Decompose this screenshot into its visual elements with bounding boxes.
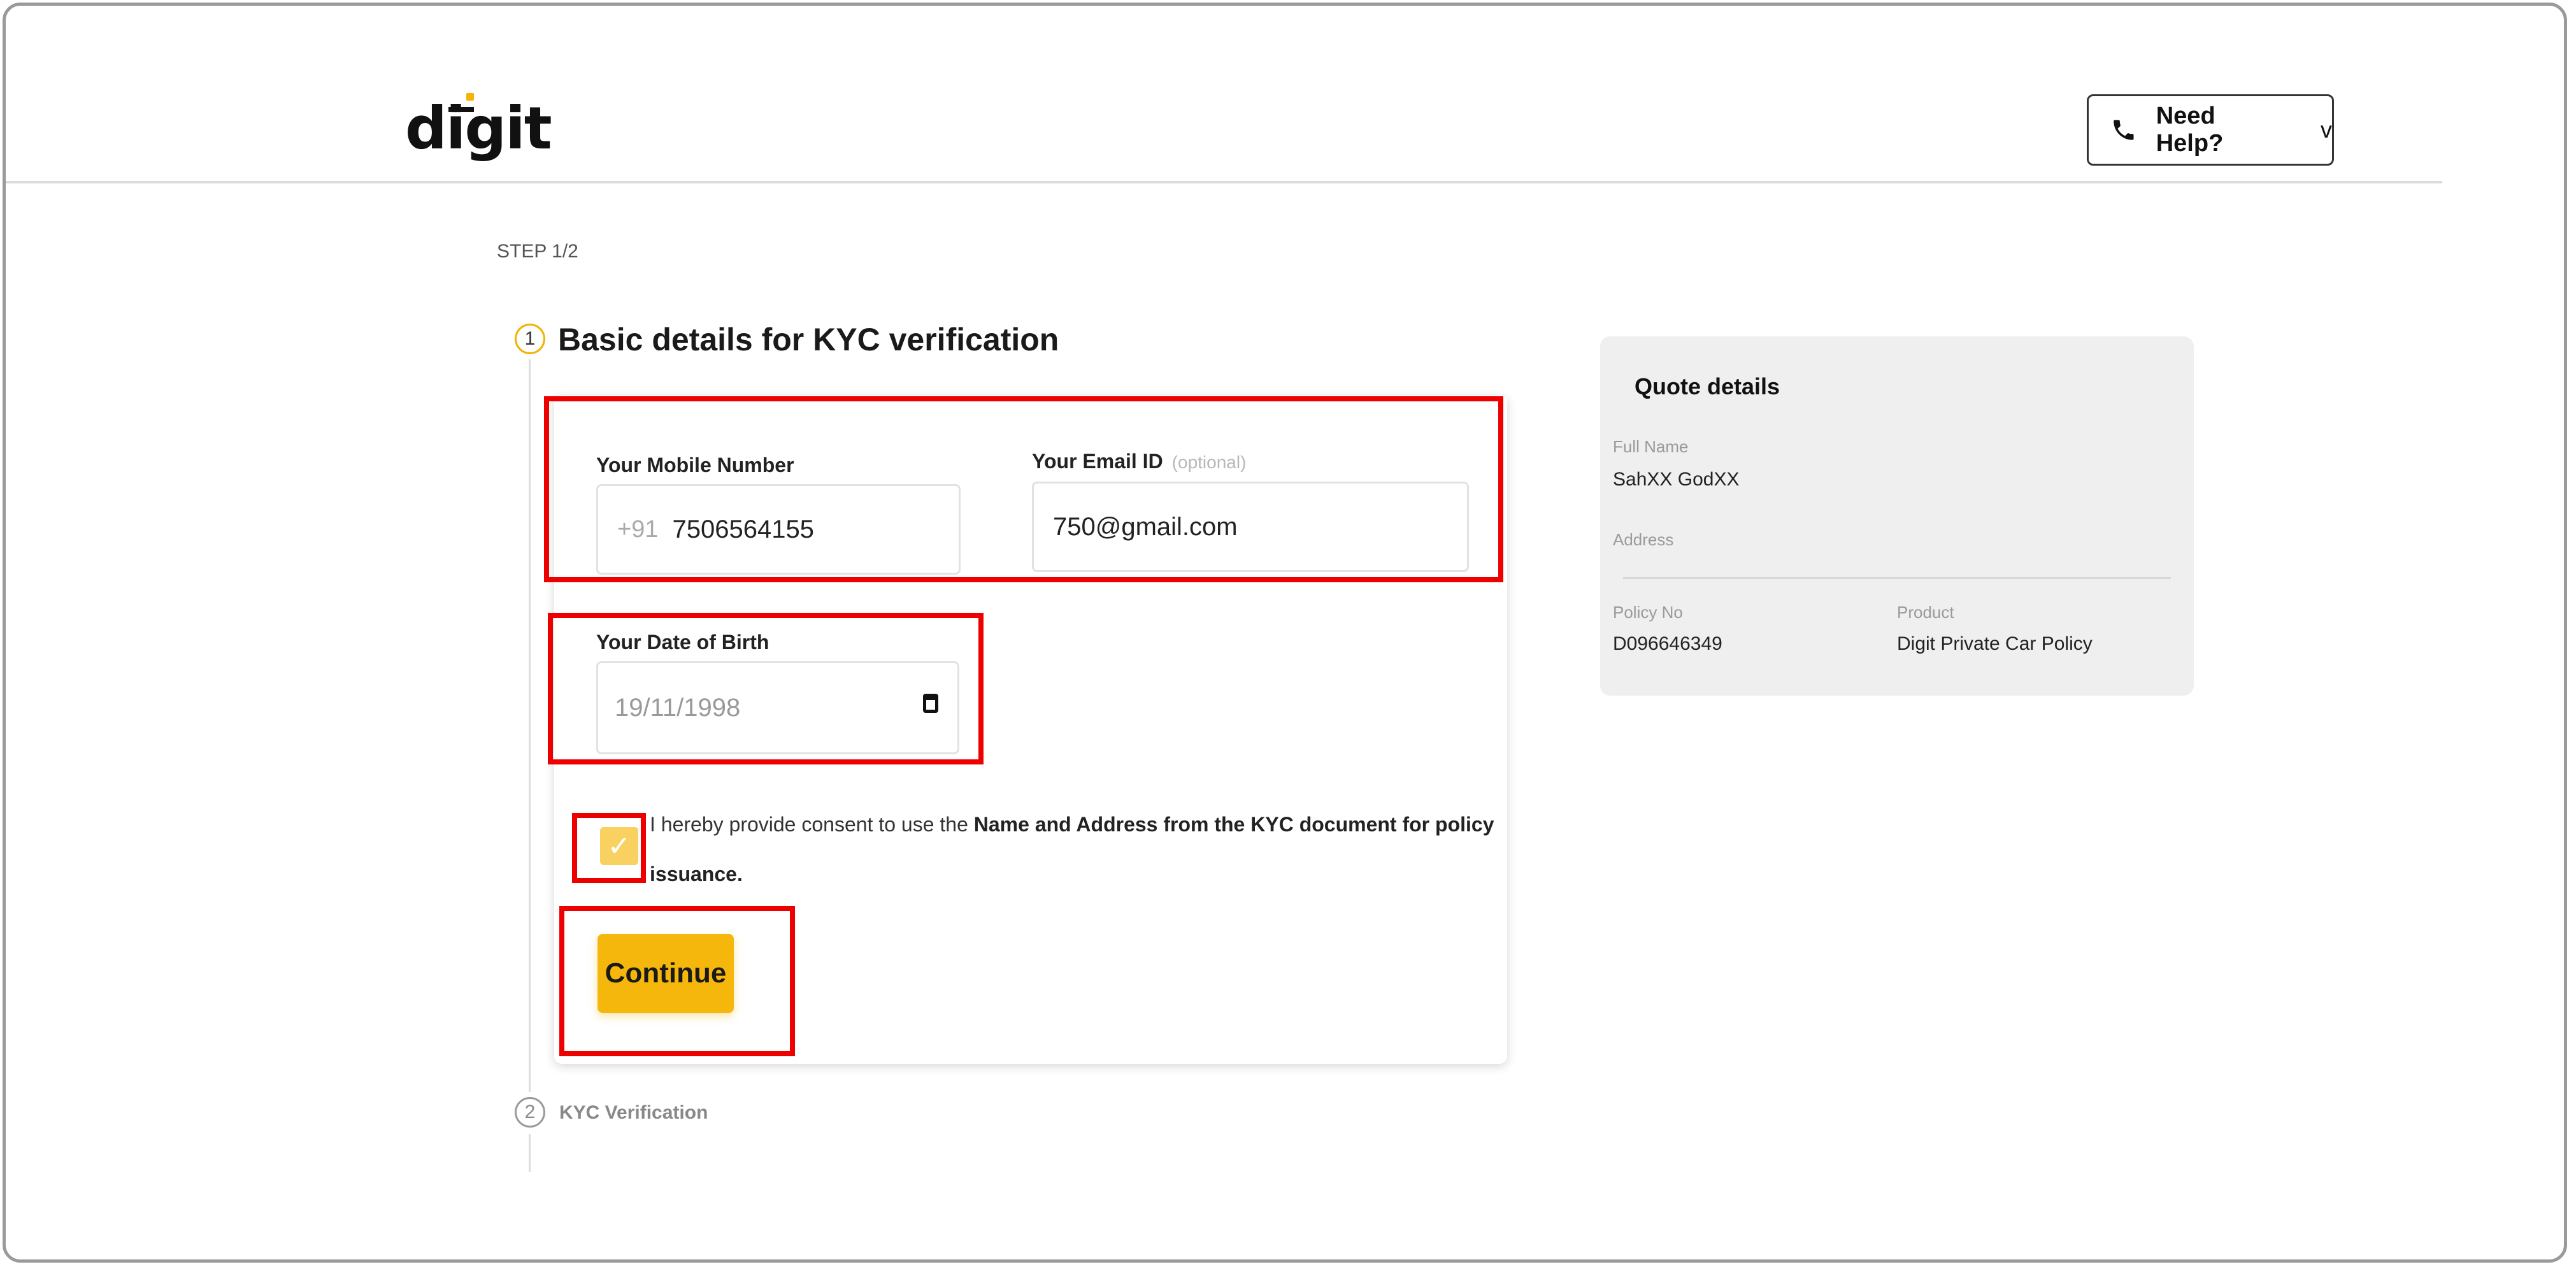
phone-icon — [2114, 120, 2134, 140]
header-divider — [6, 181, 2442, 183]
dob-value: 19/11/1998 — [615, 693, 741, 722]
consent-checkbox[interactable]: ✓ — [600, 827, 638, 865]
dob-field[interactable]: 19/11/1998 — [596, 661, 959, 754]
address-label: Address — [1613, 530, 1674, 549]
email-optional-hint: (optional) — [1171, 452, 1247, 472]
stepper-line — [529, 359, 531, 1092]
consent-text-line2: issuance. — [650, 863, 743, 885]
checkmark-icon: ✓ — [607, 830, 631, 862]
product-value: Digit Private Car Policy — [1897, 633, 2093, 654]
quote-divider — [1623, 577, 2171, 579]
step-2-circle: 2 — [515, 1097, 545, 1128]
consent-text-bold: Name and Address from the KYC document f… — [973, 813, 1494, 836]
full-name-value: SahXX GodXX — [1613, 469, 1740, 490]
need-help-label: Need Help? — [2156, 103, 2224, 157]
digit-logo[interactable]: digit — [405, 93, 552, 162]
logo-bar — [448, 107, 474, 112]
consent-text-line1: I hereby provide consent to use the Name… — [650, 813, 1494, 836]
policy-no-value: D096646349 — [1613, 633, 1722, 654]
need-help-button[interactable]: Need Help? v — [2087, 94, 2334, 166]
step-1-circle: 1 — [515, 324, 545, 354]
dob-label: Your Date of Birth — [596, 631, 769, 654]
stepper-line-2 — [529, 1134, 531, 1172]
calendar-icon[interactable] — [923, 694, 938, 713]
mobile-field[interactable]: +91 7506564155 — [596, 484, 961, 575]
consent-text-prefix: I hereby provide consent to use the — [650, 813, 968, 836]
policy-no-label: Policy No — [1613, 603, 1683, 622]
mobile-value: 7506564155 — [672, 515, 814, 543]
step-1-title: Basic details for KYC verification — [558, 322, 1059, 357]
continue-button[interactable]: Continue — [597, 934, 734, 1013]
product-label: Product — [1897, 603, 1954, 622]
step-2-title: KYC Verification — [559, 1102, 708, 1123]
logo-text: digit — [405, 94, 552, 162]
mobile-label: Your Mobile Number — [596, 454, 794, 477]
logo-dot — [466, 93, 474, 101]
email-label: Your Email ID (optional) — [1032, 450, 1246, 473]
full-name-label: Full Name — [1613, 437, 1689, 456]
email-label-text: Your Email ID — [1032, 450, 1163, 473]
email-field[interactable]: 750@gmail.com — [1032, 482, 1469, 572]
country-code-prefix: +91 — [617, 515, 659, 543]
quote-title: Quote details — [1635, 373, 1780, 399]
chevron-down-icon: v — [2321, 117, 2332, 143]
quote-details-panel: Quote details Full Name SahXX GodXX Addr… — [1600, 336, 2194, 696]
email-value: 750@gmail.com — [1053, 512, 1238, 541]
step-indicator: STEP 1/2 — [497, 241, 578, 262]
